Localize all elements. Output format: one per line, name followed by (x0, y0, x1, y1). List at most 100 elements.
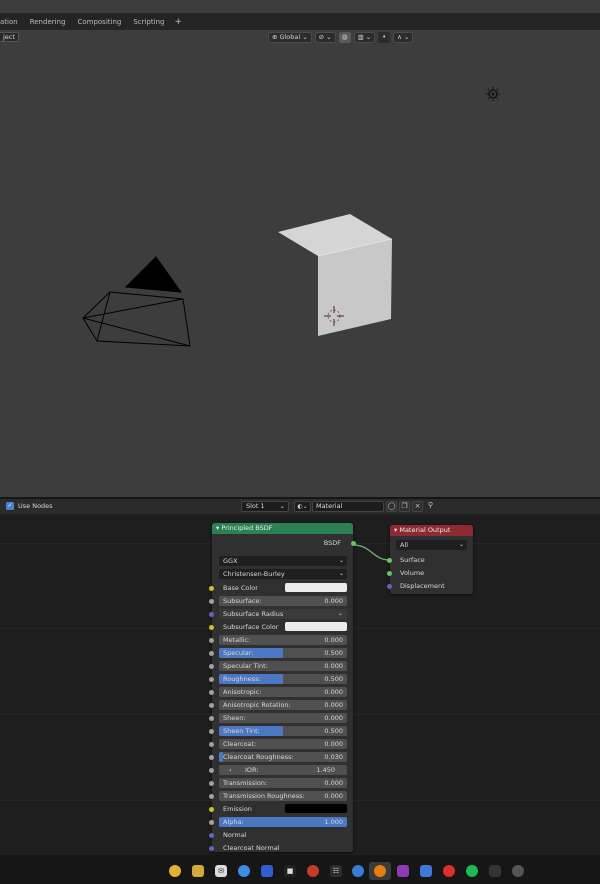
bitwarden-icon[interactable] (261, 865, 273, 877)
fake-user-icon[interactable]: ◯ (386, 501, 397, 512)
alpha-socket[interactable] (209, 820, 214, 825)
specular-socket[interactable] (209, 651, 214, 656)
signal-icon[interactable]: ☷ (330, 865, 342, 877)
use-nodes-checkbox[interactable]: ✓ (6, 502, 14, 510)
emission-swatch[interactable] (285, 804, 347, 813)
subsurface-radius-socket[interactable] (209, 612, 214, 617)
alpha-field[interactable]: Alpha: 1.000 (219, 817, 347, 827)
node-editor-canvas[interactable]: ▾ Principled BSDF BSDF GGX ⌄ Christensen… (0, 514, 600, 855)
orientation-select[interactable]: ⊕ Global ⌄ (268, 31, 312, 43)
normal-socket[interactable] (209, 833, 214, 838)
spotify-icon[interactable] (466, 865, 478, 877)
tab-compositing[interactable]: Compositing (71, 18, 127, 26)
teams-icon[interactable] (397, 865, 409, 877)
specular-tint-field[interactable]: Specular Tint: 0.000 (219, 661, 347, 671)
camera-icon[interactable] (489, 865, 501, 877)
specular-tint-socket[interactable] (209, 664, 214, 669)
normal-label: Normal (223, 831, 247, 839)
subsurface-radius-field[interactable]: Subsurface Radius ⌄ (219, 609, 347, 619)
surface-socket[interactable] (387, 558, 392, 563)
emission-socket[interactable] (209, 807, 214, 812)
field-label: Anisotropic Rotation: (223, 701, 291, 709)
chrome-icon[interactable] (169, 865, 181, 877)
sheen-field[interactable]: Sheen: 0.000 (219, 713, 347, 723)
clearcoat-roughness-field[interactable]: Clearcoat Roughness: 0.030 (219, 752, 347, 762)
field-value: 0.500 (324, 675, 343, 683)
target-select[interactable]: All ⌄ (396, 540, 467, 550)
workspace-tabs: ation Rendering Compositing Scripting + (0, 13, 600, 30)
sheen-tint-socket[interactable] (209, 729, 214, 734)
video-editor-icon[interactable] (307, 865, 319, 877)
anisotropic-socket[interactable] (209, 690, 214, 695)
field-label: Subsurface Radius (223, 610, 284, 618)
transmission-roughness-socket[interactable] (209, 794, 214, 799)
anisotropic-rotation-socket[interactable] (209, 703, 214, 708)
proportional-edit-icon[interactable]: • (378, 31, 391, 43)
subsurface-method-select[interactable]: Christensen-Burley ⌄ (219, 569, 347, 579)
sheen-tint-field[interactable]: Sheen Tint: 0.500 (219, 726, 347, 736)
node-header[interactable]: ▾ Material Output (390, 525, 473, 536)
displacement-input-label: Displacement (400, 582, 445, 590)
subsurface-field[interactable]: Subsurface: 0.000 (219, 596, 347, 606)
pin-icon[interactable]: ⚲ (425, 501, 436, 512)
sheen-socket[interactable] (209, 716, 214, 721)
material-name-field[interactable]: Material (312, 501, 384, 512)
clearcoat-socket[interactable] (209, 742, 214, 747)
roughness-socket[interactable] (209, 677, 214, 682)
link-icon: ⊘ (318, 33, 325, 41)
duplicate-icon[interactable]: ❐ (399, 501, 410, 512)
transmission-socket[interactable] (209, 781, 214, 786)
subsurface-color-swatch[interactable] (285, 622, 347, 631)
pivot-select[interactable]: ⊘ ⌄ (314, 31, 336, 43)
material-browse-button[interactable]: ◐⌄ (294, 501, 311, 512)
add-workspace-button[interactable]: + (170, 17, 182, 27)
material-output-node[interactable]: ▾ Material Output All ⌄ Surface Volume D… (387, 525, 473, 594)
ior-socket[interactable] (209, 768, 214, 773)
transmission-roughness-field[interactable]: Transmission Roughness: 0.000 (219, 791, 347, 801)
tab-animation[interactable]: ation (0, 18, 24, 26)
clearcoat-normal-socket[interactable] (209, 846, 214, 851)
blender-icon[interactable] (374, 865, 386, 877)
3d-viewport[interactable]: ject ⊕ Global ⌄ ⊘ ⌄ ◍ ▥ ⌄ • ∧ ⌄ (0, 30, 600, 497)
metallic-field[interactable]: Metallic: 0.000 (219, 635, 347, 645)
podcast-icon[interactable] (352, 865, 364, 877)
clearcoat-roughness-socket[interactable] (209, 755, 214, 760)
snap-toggle-icon[interactable]: ◍ (338, 31, 351, 43)
object-menu-button[interactable]: ject (0, 32, 19, 42)
snap-select[interactable]: ▥ ⌄ (353, 31, 376, 43)
stop-icon[interactable]: ■ (284, 865, 296, 877)
base-color-swatch[interactable] (285, 583, 347, 592)
base-color-socket[interactable] (209, 586, 214, 591)
mail-icon[interactable]: ✉ (215, 865, 227, 877)
field-value: 0.000 (324, 779, 343, 787)
anisotropic-rotation-field[interactable]: Anisotropic Rotation: 0.000 (219, 700, 347, 710)
principled-bsdf-node[interactable]: ▾ Principled BSDF BSDF GGX ⌄ Christensen… (209, 523, 356, 852)
subsurface-socket[interactable] (209, 599, 214, 604)
field-value: 0.000 (324, 688, 343, 696)
settings-icon[interactable] (512, 865, 524, 877)
firefox-icon[interactable] (443, 865, 455, 877)
ior-field[interactable]: ‹ IOR: 1.450 (219, 765, 347, 775)
clearcoat-normal-label: Clearcoat Normal (223, 844, 280, 852)
clearcoat-field[interactable]: Clearcoat: 0.000 (219, 739, 347, 749)
falloff-select[interactable]: ∧ ⌄ (393, 31, 414, 43)
close-icon[interactable]: × (412, 501, 423, 512)
messenger-icon[interactable] (238, 865, 250, 877)
transmission-field[interactable]: Transmission: 0.000 (219, 778, 347, 788)
specular-field[interactable]: Specular: 0.500 (219, 648, 347, 658)
bsdf-output-socket[interactable] (351, 541, 356, 546)
metallic-socket[interactable] (209, 638, 214, 643)
subsurface-color-socket[interactable] (209, 625, 214, 630)
tab-scripting[interactable]: Scripting (127, 18, 170, 26)
slot-select[interactable]: Slot 1 ⌄ (241, 501, 289, 512)
adobe-icon[interactable] (420, 865, 432, 877)
files-icon[interactable] (192, 865, 204, 877)
distribution-select[interactable]: GGX ⌄ (219, 556, 347, 566)
tab-rendering[interactable]: Rendering (24, 18, 72, 26)
displacement-socket[interactable] (387, 584, 392, 589)
volume-socket[interactable] (387, 571, 392, 576)
use-nodes-toggle[interactable]: ✓ Use Nodes (6, 502, 53, 510)
roughness-field[interactable]: Roughness: 0.500 (219, 674, 347, 684)
anisotropic-field[interactable]: Anisotropic: 0.000 (219, 687, 347, 697)
node-header[interactable]: ▾ Principled BSDF (212, 523, 353, 534)
